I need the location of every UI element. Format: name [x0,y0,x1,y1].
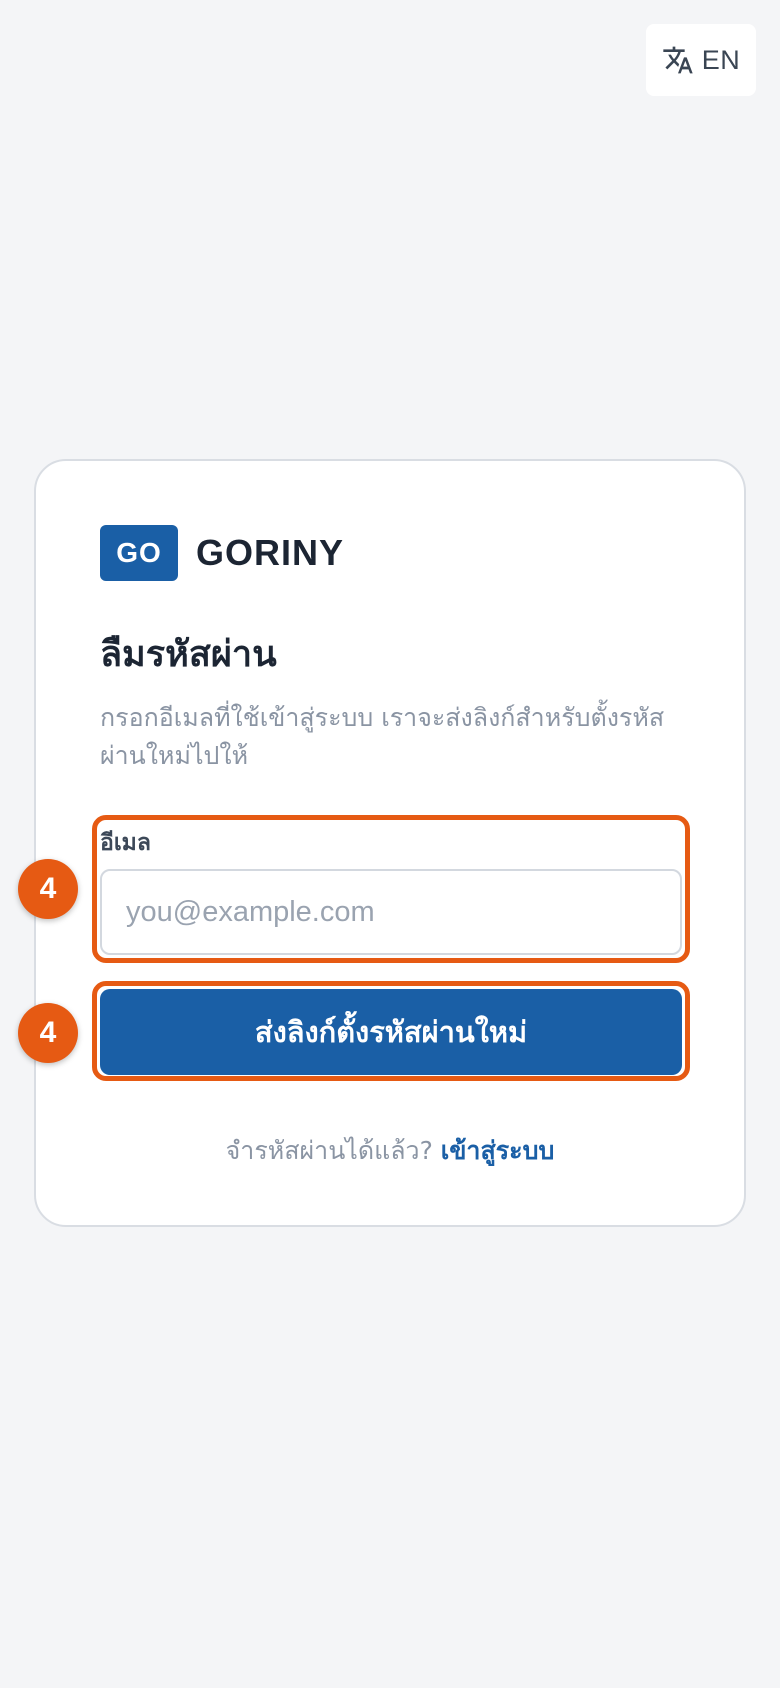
brand-logo: GO [100,525,178,581]
brand: GO GORINY [100,525,344,581]
email-label: อีเมล [100,830,151,856]
page-subtitle: กรอกอีเมลที่ใช้เข้าสู่ระบบ เราจะส่งลิงก์… [100,703,665,770]
step-badge: 4 [18,1003,78,1063]
brand-name: GORINY [196,532,345,573]
page-title: ลืมรหัสผ่าน [100,634,277,675]
step-badge: 4 [18,859,78,919]
language-switch-button[interactable]: EN [646,24,756,96]
translate-icon [662,44,694,76]
forgot-password-card: GO GORINY ลืมรหัสผ่าน กรอกอีเมลที่ใช้เข้… [34,459,746,1227]
footer-prompt-text: จำรหัสผ่านได้แล้ว? [225,1136,433,1165]
login-link[interactable]: เข้าสู่ระบบ [441,1136,555,1165]
send-reset-link-button[interactable]: ส่งลิงก์ตั้งรหัสผ่านใหม่ [100,989,682,1075]
language-label: EN [701,44,741,75]
email-input[interactable] [100,869,682,955]
footer-login-prompt: จำรหัสผ่านได้แล้ว? เข้าสู่ระบบ [36,1131,744,1171]
